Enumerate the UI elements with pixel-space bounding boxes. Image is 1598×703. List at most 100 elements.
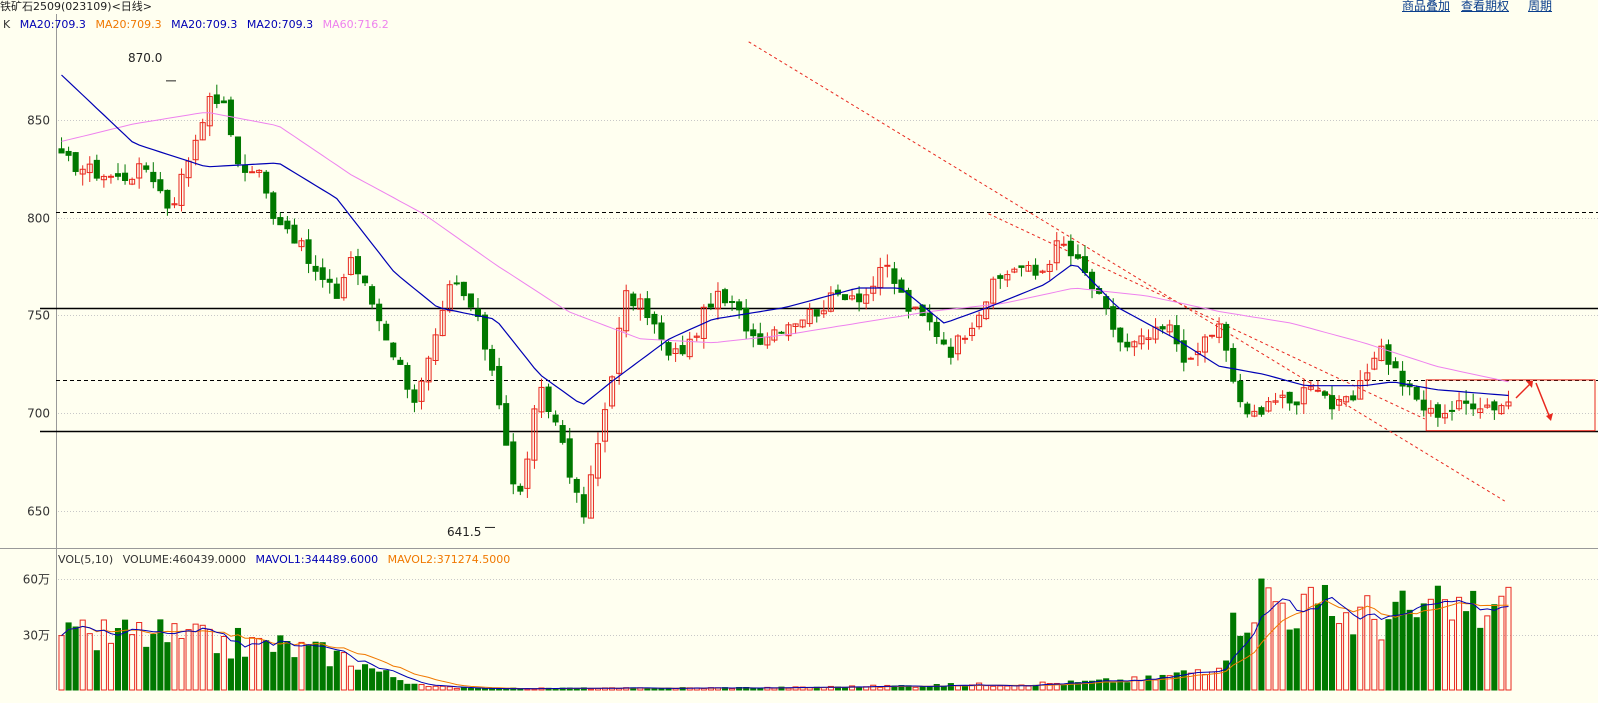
- volume-bar-down[interactable]: [242, 656, 249, 691]
- volume-bar-down[interactable]: [291, 657, 298, 691]
- candle-down[interactable]: [1470, 403, 1477, 410]
- volume-bar-down[interactable]: [1286, 629, 1293, 691]
- volume-bar-down[interactable]: [404, 683, 411, 691]
- candle-down[interactable]: [926, 312, 933, 323]
- candle-down[interactable]: [1321, 391, 1328, 396]
- volume-bar-down[interactable]: [940, 685, 947, 691]
- volume-bar-down[interactable]: [234, 627, 242, 691]
- candle-down[interactable]: [460, 281, 467, 297]
- volume-bar-down[interactable]: [65, 622, 72, 691]
- candle-down[interactable]: [545, 386, 552, 413]
- volume-bar-down[interactable]: [1237, 635, 1244, 691]
- volume-bar-down[interactable]: [143, 646, 150, 691]
- volume-bar-down[interactable]: [213, 653, 220, 691]
- candle-down[interactable]: [496, 365, 503, 406]
- volume-bar-down[interactable]: [157, 619, 164, 691]
- volume-bar-down[interactable]: [1491, 604, 1498, 691]
- candle-down[interactable]: [813, 309, 820, 317]
- candle-down[interactable]: [164, 189, 171, 209]
- volume-bar-down[interactable]: [1124, 682, 1131, 691]
- candle-down[interactable]: [242, 164, 249, 173]
- volume-bar-up[interactable]: [178, 637, 185, 691]
- volume-bar-up[interactable]: [347, 665, 354, 691]
- volume-bar-up[interactable]: [453, 687, 460, 691]
- candle-down[interactable]: [1392, 361, 1399, 369]
- volume-bar-up[interactable]: [206, 628, 213, 691]
- volume-bar-down[interactable]: [1399, 590, 1406, 691]
- volume-bar-down[interactable]: [284, 641, 291, 691]
- volume-bar-down[interactable]: [72, 626, 79, 691]
- volume-bar-down[interactable]: [961, 685, 969, 691]
- candle-down[interactable]: [1420, 399, 1427, 411]
- volume-bar-up[interactable]: [1272, 601, 1279, 691]
- candle-down[interactable]: [270, 192, 277, 219]
- volume-bar-up[interactable]: [1336, 623, 1343, 691]
- volume-bar-up[interactable]: [1505, 586, 1512, 691]
- candle-down[interactable]: [361, 275, 369, 284]
- volume-bar-up[interactable]: [1498, 595, 1505, 691]
- candle-down[interactable]: [1081, 256, 1089, 274]
- candle-down[interactable]: [1463, 400, 1470, 404]
- volume-bar-down[interactable]: [1350, 634, 1357, 691]
- volume-bar-down[interactable]: [926, 686, 933, 691]
- volume-bar-down[interactable]: [150, 634, 157, 691]
- candle-down[interactable]: [729, 301, 736, 304]
- volume-bar-up[interactable]: [1039, 681, 1046, 691]
- volume-bar-up[interactable]: [129, 634, 136, 691]
- candle-down[interactable]: [856, 293, 863, 303]
- volume-bar-up[interactable]: [418, 684, 425, 691]
- candle-down[interactable]: [1491, 401, 1498, 411]
- candle-down[interactable]: [573, 478, 580, 493]
- candle-down[interactable]: [1328, 395, 1336, 410]
- volume-bar-down[interactable]: [467, 687, 474, 691]
- volume-bar-up[interactable]: [1343, 612, 1350, 691]
- volume-bar-down[interactable]: [460, 687, 467, 691]
- volume-bar-down[interactable]: [114, 628, 122, 691]
- volume-bar-down[interactable]: [1067, 680, 1074, 691]
- volume-bar-down[interactable]: [1385, 619, 1392, 691]
- volume-bar-down[interactable]: [1293, 628, 1300, 691]
- candle-down[interactable]: [404, 364, 411, 390]
- candle-down[interactable]: [757, 333, 764, 345]
- candlesticks[interactable]: [58, 84, 1512, 524]
- candle-down[interactable]: [1074, 254, 1081, 259]
- candle-down[interactable]: [665, 342, 672, 356]
- candle-down[interactable]: [1244, 403, 1251, 415]
- volume-bar-up[interactable]: [1448, 619, 1456, 691]
- candle-down[interactable]: [1286, 391, 1293, 404]
- candle-down[interactable]: [122, 172, 129, 181]
- volume-bar-down[interactable]: [319, 642, 326, 691]
- candle-down[interactable]: [510, 441, 517, 485]
- volume-bar-up[interactable]: [1484, 615, 1491, 691]
- candle-down[interactable]: [291, 224, 298, 244]
- candle-down[interactable]: [234, 136, 242, 165]
- volume-bar-up[interactable]: [425, 686, 432, 691]
- volume-bar-down[interactable]: [270, 651, 277, 691]
- volume-bar-up[interactable]: [256, 637, 263, 691]
- volume-bar-down[interactable]: [1328, 616, 1336, 691]
- volume-bar-up[interactable]: [997, 685, 1004, 691]
- candle-down[interactable]: [114, 173, 122, 177]
- candle-down[interactable]: [1067, 240, 1074, 257]
- volume-bar-up[interactable]: [1427, 598, 1434, 691]
- candle-down[interactable]: [390, 342, 397, 358]
- candle-down[interactable]: [721, 289, 729, 304]
- volume-bar-down[interactable]: [164, 642, 171, 691]
- volume-bar-up[interactable]: [107, 642, 114, 691]
- candle-up[interactable]: [1314, 389, 1321, 392]
- volume-bar-up[interactable]: [1378, 639, 1385, 691]
- volume-bar-down[interactable]: [750, 687, 757, 691]
- volume-bar-up[interactable]: [1004, 685, 1011, 691]
- volume-bar-down[interactable]: [658, 688, 665, 691]
- candle-down[interactable]: [552, 414, 559, 423]
- volume-bar-down[interactable]: [651, 688, 658, 691]
- candle-down[interactable]: [150, 171, 157, 183]
- volume-bar-down[interactable]: [481, 688, 489, 691]
- volume-bar-down[interactable]: [227, 658, 234, 691]
- volume-bar-up[interactable]: [1131, 676, 1138, 691]
- volume-bar-up[interactable]: [1300, 593, 1307, 691]
- volume-bar-up[interactable]: [1201, 673, 1209, 691]
- candle-down[interactable]: [411, 389, 418, 403]
- volume-bar-down[interactable]: [1420, 603, 1427, 691]
- volume-bar-down[interactable]: [326, 666, 333, 691]
